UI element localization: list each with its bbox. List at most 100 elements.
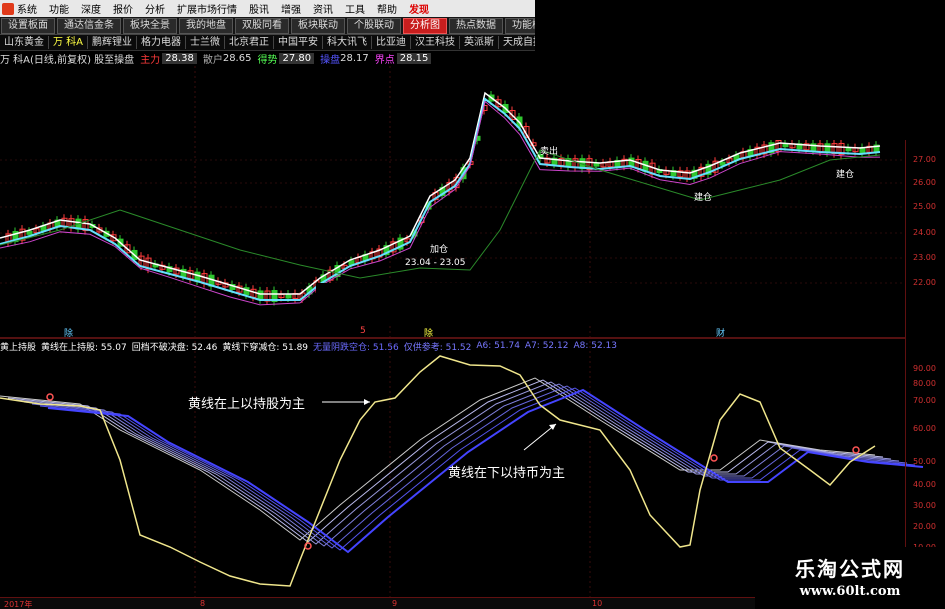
annotation-above: 黄线在上以持股为主 bbox=[188, 397, 306, 412]
value-main: 28.38 bbox=[162, 52, 197, 64]
chart-info-bar: 万 科A(日线,前复权) 股至操盘 主力 28.38 散户 28.65 得势 27.8… bbox=[0, 50, 540, 66]
tab-my-area[interactable]: 我的地盘 bbox=[179, 17, 233, 34]
menu-item-help[interactable]: 帮助 bbox=[377, 1, 397, 16]
ind-axis-label: 30.00 bbox=[913, 501, 936, 510]
label-main: 主力 bbox=[140, 54, 161, 66]
indicator-value: A7: 52.12 bbox=[524, 341, 569, 351]
menu-item-quote[interactable]: 报价 bbox=[113, 1, 133, 16]
stock-item-current[interactable]: 万 科A bbox=[49, 36, 89, 49]
indicator-value: 黄线在上持股: 55.07 bbox=[41, 342, 127, 353]
stock-item[interactable]: 士兰微 bbox=[186, 36, 226, 49]
indicator-value: 无量阴跌空仓: 51.56 bbox=[313, 342, 399, 353]
stock-item[interactable]: 格力电器 bbox=[137, 36, 187, 49]
signal-dot bbox=[710, 454, 718, 462]
signal-dot bbox=[46, 393, 54, 401]
menu-item-enhance[interactable]: 增强 bbox=[281, 1, 301, 16]
ind-axis-label: 20.00 bbox=[913, 522, 936, 531]
menu-item-function[interactable]: 功能 bbox=[49, 1, 69, 16]
watermark-name: 乐淘公式网 bbox=[795, 557, 905, 581]
menu-item-stock-news[interactable]: 股讯 bbox=[249, 1, 269, 16]
ind-axis-label: 40.00 bbox=[913, 480, 936, 489]
price-axis-label: 26.00 bbox=[913, 178, 936, 187]
ind-axis-label: 90.00 bbox=[913, 364, 936, 373]
price-axis-label: 27.00 bbox=[913, 155, 936, 164]
candle-body bbox=[194, 271, 201, 282]
value-boundary: 28.15 bbox=[396, 52, 432, 64]
candle-body bbox=[719, 161, 726, 166]
price-axis-label: 24.00 bbox=[913, 228, 936, 237]
value-retail: 28.65 bbox=[222, 52, 252, 64]
candle-body bbox=[26, 230, 33, 235]
signal-label-add: 加仓 bbox=[430, 245, 449, 255]
annotation-arrowhead bbox=[364, 399, 370, 405]
app-logo-icon bbox=[2, 2, 14, 15]
event-marker[interactable]: 5 bbox=[360, 326, 366, 336]
ind-axis-label: 80.00 bbox=[913, 379, 936, 388]
indicator-yellow-line bbox=[0, 355, 876, 587]
indicator-value: A6: 51.74 bbox=[476, 341, 520, 351]
stock-item[interactable]: 山东黄金 bbox=[0, 36, 49, 49]
stock-item[interactable]: 中国平安 bbox=[274, 36, 324, 49]
tab-analysis-chart[interactable]: 分析图 bbox=[403, 17, 447, 34]
ind-axis-label: 50.00 bbox=[913, 457, 936, 466]
redacted-area-top-right bbox=[535, 0, 945, 140]
ind-axis-label: 70.00 bbox=[913, 396, 936, 405]
tab-gold-bar[interactable]: 通达信金条 bbox=[57, 17, 121, 34]
watermark-url: www.60lt.com bbox=[799, 584, 901, 599]
event-marker[interactable]: 除 bbox=[424, 326, 433, 339]
label-boundary: 界点 bbox=[374, 54, 395, 66]
tab-stock-link[interactable]: 个股联动 bbox=[347, 17, 401, 34]
signal-dot bbox=[852, 446, 860, 454]
indicator-ma-line bbox=[0, 377, 876, 541]
chart-title: 万 科A(日线,前复权) 股至操盘 bbox=[0, 54, 135, 66]
tab-sector-link[interactable]: 板块联动 bbox=[291, 17, 345, 34]
stock-item[interactable]: 英派斯 bbox=[460, 36, 500, 49]
menu-item-discover[interactable]: 发现 bbox=[409, 1, 429, 16]
price-axis-label: 23.00 bbox=[913, 253, 936, 262]
tab-dual-view[interactable]: 双股同看 bbox=[235, 17, 289, 34]
indicator-value: 回档不破决盘: 52.46 bbox=[131, 342, 218, 353]
value-operate: 28.17 bbox=[340, 52, 369, 64]
stock-item[interactable]: 比亚迪 bbox=[372, 36, 412, 49]
indicator-name[interactable]: 黄上持股 bbox=[0, 340, 36, 353]
indicator-ma-line bbox=[7, 379, 884, 543]
signal-label-sell: 卖出 bbox=[540, 147, 559, 157]
label-trend: 得势 bbox=[257, 54, 278, 66]
candle-body bbox=[257, 290, 264, 301]
stock-item[interactable]: 汉王科技 bbox=[411, 36, 461, 49]
price-axis-label: 25.00 bbox=[913, 202, 936, 211]
watermark: 乐淘公式网 www.60lt.com bbox=[755, 547, 945, 609]
indicator-value: 仅供参考: 51.52 bbox=[403, 342, 472, 353]
event-marker[interactable]: 财 bbox=[716, 326, 725, 339]
menu-item-system[interactable]: 系统 bbox=[17, 1, 37, 16]
trading-window: 系统 功能 深度 报价 分析 扩展市场行情 股讯 增强 资讯 工具 帮助 发现 … bbox=[0, 0, 945, 609]
menu-item-depth[interactable]: 深度 bbox=[81, 1, 101, 16]
label-operate: 操盘 bbox=[320, 54, 341, 66]
date-label: 9 bbox=[392, 599, 398, 608]
menu-item-tools[interactable]: 工具 bbox=[345, 1, 365, 16]
menu-item-info[interactable]: 资讯 bbox=[313, 1, 333, 16]
annotation-below: 黄线在下以持币为主 bbox=[448, 466, 566, 481]
date-label: 10 bbox=[592, 599, 603, 608]
label-retail: 散户 bbox=[202, 54, 223, 66]
ind-axis-label: 60.00 bbox=[913, 424, 936, 433]
indicator-header: 黄上持股 黄线在上持股: 55.07 回档不破决盘: 52.46 黄线下穿减仓:… bbox=[0, 339, 905, 353]
redacted-area-middle bbox=[316, 283, 630, 325]
tab-hot-data[interactable]: 热点数据 bbox=[449, 17, 503, 34]
price-axis-label: 22.00 bbox=[913, 278, 936, 287]
menu-item-analysis[interactable]: 分析 bbox=[145, 1, 165, 16]
indicator-value: A8: 52.13 bbox=[573, 341, 618, 351]
value-trend: 27.80 bbox=[279, 52, 315, 64]
tab-sector-panorama[interactable]: 板块全景 bbox=[123, 17, 177, 34]
signal-range-label: 23.04 - 23.05 bbox=[405, 258, 466, 268]
indicator-value: 黄线下穿减仓: 51.89 bbox=[222, 342, 309, 353]
date-label: 2017年 bbox=[4, 600, 33, 609]
date-label: 8 bbox=[200, 599, 206, 608]
tab-layout[interactable]: 设置板面 bbox=[1, 17, 55, 34]
stock-item[interactable]: 鹏辉锂业 bbox=[88, 36, 138, 49]
event-marker[interactable]: 除 bbox=[64, 326, 73, 339]
stock-item[interactable]: 北京君正 bbox=[225, 36, 275, 49]
stock-item[interactable]: 科大讯飞 bbox=[323, 36, 373, 49]
signal-label-build: 建仓 bbox=[836, 170, 855, 180]
menu-item-extended-market[interactable]: 扩展市场行情 bbox=[177, 1, 237, 16]
